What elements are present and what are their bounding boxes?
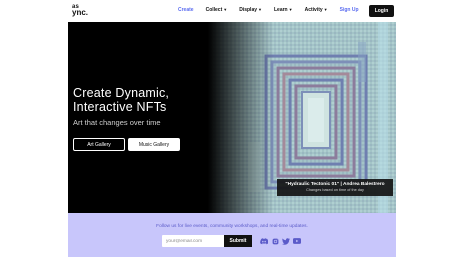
site-header: as ync. Create Collect▼ Display▼ Learn▼ …	[0, 0, 465, 22]
nav-item-label: Create	[178, 7, 194, 13]
main-nav: Create Collect▼ Display▼ Learn▼ Activity…	[178, 7, 371, 13]
discord-icon[interactable]	[260, 237, 268, 245]
logo-bottom-text: ync.	[72, 8, 89, 17]
page: as ync. Create Collect▼ Display▼ Learn▼ …	[0, 0, 465, 257]
email-input[interactable]	[162, 235, 224, 247]
submit-button[interactable]: Submit	[224, 235, 252, 247]
music-gallery-button[interactable]: Music Gallery	[128, 138, 180, 151]
newsletter-text: Follow us for live events, community wor…	[156, 224, 308, 229]
async-logo[interactable]: as ync.	[72, 4, 98, 18]
artwork-caption-subtitle: Changes based on time of the day	[306, 188, 364, 192]
nav-item-activity[interactable]: Activity▼	[305, 7, 328, 13]
nav-item-label: Collect	[205, 7, 223, 13]
nav-item-label: Display	[239, 7, 258, 13]
nav-item-display[interactable]: Display▼	[239, 7, 262, 13]
caret-down-icon: ▼	[288, 7, 293, 12]
youtube-icon[interactable]	[293, 237, 301, 245]
hero-banner: Create Dynamic, Interactive NFTs Art tha…	[68, 22, 396, 213]
instagram-icon[interactable]	[271, 237, 279, 245]
hero-title-line-1: Create Dynamic,	[73, 86, 170, 100]
artwork-caption-title: "Hydraulic Tectonic 01" | Andrea Balestr…	[285, 182, 385, 187]
newsletter-section: Follow us for live events, community wor…	[68, 213, 396, 257]
artwork-caption: "Hydraulic Tectonic 01" | Andrea Balestr…	[277, 179, 393, 196]
caret-down-icon: ▼	[223, 7, 228, 12]
hero-title-line-2: Interactive NFTs	[73, 100, 167, 114]
login-button[interactable]: Login	[369, 5, 394, 17]
signup-link[interactable]: Sign Up	[340, 7, 359, 13]
nav-item-label: Activity	[304, 7, 323, 13]
twitter-icon[interactable]	[282, 237, 290, 245]
nav-item-create[interactable]: Create	[178, 7, 194, 13]
art-gallery-button[interactable]: Art Gallery	[73, 138, 125, 151]
nav-item-learn[interactable]: Learn▼	[274, 7, 293, 13]
social-links	[260, 237, 304, 245]
caret-down-icon: ▼	[323, 7, 328, 12]
caret-down-icon: ▼	[258, 7, 262, 12]
nav-item-collect[interactable]: Collect▼	[206, 7, 228, 13]
hero-subtitle: Art that changes over time	[73, 118, 161, 127]
hero-text-block: Create Dynamic, Interactive NFTs Art tha…	[73, 86, 169, 127]
nav-item-label: Learn	[273, 7, 288, 13]
